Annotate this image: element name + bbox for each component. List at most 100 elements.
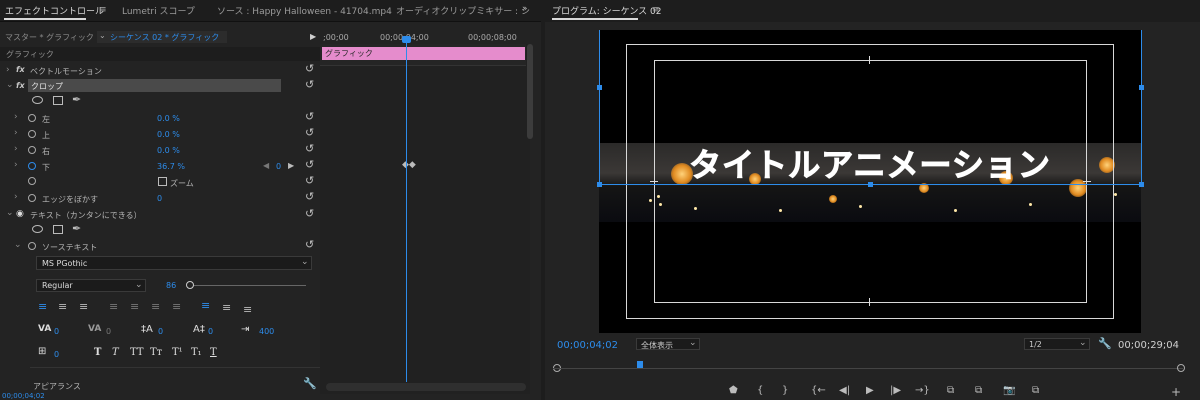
add-marker-icon[interactable]: ⬟ bbox=[729, 385, 738, 396]
play-icon[interactable]: ▶ bbox=[866, 385, 874, 396]
stopwatch-icon[interactable] bbox=[28, 114, 36, 122]
stopwatch-icon[interactable] bbox=[28, 177, 36, 185]
reset-icon[interactable]: ↺ bbox=[305, 62, 314, 75]
crop-right-value[interactable]: 0.0 % bbox=[157, 146, 180, 155]
subscript-button[interactable]: T₁ bbox=[191, 347, 202, 358]
reset-icon[interactable]: ↺ bbox=[305, 174, 314, 187]
chevron-right-icon[interactable]: › bbox=[6, 65, 10, 75]
keyframe-diamond-icon[interactable]: ◆◆ bbox=[402, 160, 416, 170]
playhead-handle[interactable] bbox=[402, 36, 411, 43]
chevron-down-icon[interactable]: ⌄ bbox=[6, 208, 14, 218]
wrench-icon[interactable]: 🔧 bbox=[1098, 337, 1112, 350]
keyframe-nav-value[interactable]: 0 bbox=[276, 162, 281, 171]
tab-width-value[interactable]: 0 bbox=[54, 350, 59, 359]
transform-handle[interactable] bbox=[597, 85, 602, 90]
ellipse-mask-icon[interactable] bbox=[32, 225, 43, 233]
chevron-right-icon[interactable]: › bbox=[14, 144, 18, 154]
reset-icon[interactable]: ↺ bbox=[305, 78, 314, 91]
pen-mask-icon[interactable]: ✒ bbox=[72, 222, 81, 235]
small-caps-button[interactable]: Tт bbox=[150, 347, 162, 358]
overflow-icon[interactable]: » bbox=[522, 4, 528, 14]
align-bottom-icon[interactable]: ≡ bbox=[243, 303, 252, 316]
rectangle-mask-icon[interactable] bbox=[53, 96, 63, 105]
insert-icon[interactable]: ⧉ bbox=[947, 385, 954, 396]
overwrite-icon[interactable]: ⧉ bbox=[975, 385, 982, 396]
align-middle-icon[interactable]: ≡ bbox=[222, 301, 231, 314]
transform-handle[interactable] bbox=[1139, 182, 1144, 187]
justify-center-icon[interactable]: ≡ bbox=[130, 300, 139, 313]
all-caps-button[interactable]: TT bbox=[130, 347, 144, 358]
bottom-timecode[interactable]: 00;00;04;02 bbox=[2, 392, 45, 400]
go-to-in-icon[interactable]: {← bbox=[811, 385, 826, 396]
step-forward-icon[interactable]: |▶ bbox=[890, 385, 901, 396]
superscript-button[interactable]: T¹ bbox=[172, 347, 183, 358]
tab-audio-clip-mixer[interactable]: オーディオクリップミキサー : シ bbox=[396, 4, 530, 17]
chevron-down-icon[interactable]: ⌄ bbox=[14, 240, 22, 250]
align-right-icon[interactable]: ≡ bbox=[79, 300, 88, 313]
reset-icon[interactable]: ↺ bbox=[305, 190, 314, 203]
font-size-slider-handle[interactable] bbox=[186, 281, 194, 289]
next-keyframe-icon[interactable]: ▶ bbox=[288, 161, 294, 170]
hamburger-icon[interactable]: ≡ bbox=[652, 5, 660, 15]
ellipse-mask-icon[interactable] bbox=[32, 96, 43, 104]
tsume-value[interactable]: 400 bbox=[259, 327, 274, 336]
title-animation-text[interactable]: タイトルアニメーション bbox=[600, 140, 1140, 186]
step-back-icon[interactable]: ◀| bbox=[839, 385, 850, 396]
pen-mask-icon[interactable]: ✒ bbox=[72, 93, 81, 106]
tab-lumetri-scopes[interactable]: Lumetri スコープ bbox=[122, 4, 195, 17]
master-clip-label[interactable]: マスター * グラフィック bbox=[5, 32, 94, 43]
chevron-right-icon[interactable]: › bbox=[14, 112, 18, 122]
playhead-line[interactable] bbox=[406, 36, 407, 382]
button-editor-plus-icon[interactable]: + bbox=[1171, 385, 1181, 399]
current-timecode[interactable]: 00;00;04;02 bbox=[557, 340, 618, 351]
chevron-right-icon[interactable]: › bbox=[14, 192, 18, 202]
transform-handle[interactable] bbox=[1139, 85, 1144, 90]
reset-icon[interactable]: ↺ bbox=[305, 238, 314, 251]
reset-icon[interactable]: ↺ bbox=[305, 110, 314, 123]
chevron-right-icon[interactable]: › bbox=[14, 128, 18, 138]
stopwatch-icon[interactable] bbox=[28, 194, 36, 202]
previous-keyframe-icon[interactable]: ◀ bbox=[263, 161, 269, 170]
tracking-value[interactable]: 0 bbox=[106, 327, 111, 336]
stopwatch-icon-active[interactable] bbox=[28, 162, 36, 170]
transform-handle[interactable] bbox=[597, 182, 602, 187]
justify-right-icon[interactable]: ≡ bbox=[151, 300, 160, 313]
reset-icon[interactable]: ↺ bbox=[305, 158, 314, 171]
reset-icon[interactable]: ↺ bbox=[305, 142, 314, 155]
horizontal-scrollbar[interactable] bbox=[326, 383, 526, 391]
play-only-clip-icon[interactable]: ▶ bbox=[310, 32, 316, 41]
zoom-checkbox[interactable] bbox=[158, 177, 167, 186]
justify-all-icon[interactable]: ≡ bbox=[172, 300, 181, 313]
fx-icon[interactable]: fx bbox=[16, 65, 25, 74]
eye-icon[interactable]: ◉ bbox=[16, 209, 24, 219]
align-top-icon[interactable]: ≡ bbox=[201, 299, 210, 312]
align-center-icon[interactable]: ≡ bbox=[58, 300, 67, 313]
monitor-time-ruler[interactable] bbox=[553, 368, 1183, 369]
wrench-icon[interactable]: 🔧 bbox=[303, 377, 317, 390]
effect-timeline-area[interactable] bbox=[320, 44, 530, 394]
fx-icon[interactable]: fx bbox=[16, 81, 25, 90]
zoom-scroll-handle-right[interactable] bbox=[1177, 364, 1185, 372]
tab-source[interactable]: ソース : Happy Halloween - 41704.mp4 bbox=[217, 4, 392, 17]
comparison-view-icon[interactable]: ⧉ bbox=[1032, 385, 1039, 396]
crop-top-value[interactable]: 0.0 % bbox=[157, 130, 180, 139]
go-to-out-icon[interactable]: →} bbox=[915, 385, 930, 396]
font-size-slider-track[interactable] bbox=[190, 285, 306, 286]
stopwatch-icon[interactable] bbox=[28, 146, 36, 154]
underline-button[interactable]: T bbox=[210, 347, 217, 358]
reset-icon[interactable]: ↺ bbox=[305, 207, 314, 220]
vertical-scrollbar[interactable] bbox=[527, 44, 533, 139]
crop-effect-row[interactable] bbox=[28, 79, 281, 92]
chevron-right-icon[interactable]: › bbox=[14, 160, 18, 170]
stopwatch-icon[interactable] bbox=[28, 130, 36, 138]
tab-program[interactable]: プログラム: シーケンス 02 bbox=[552, 4, 662, 17]
chevron-down-icon[interactable]: ⌄ bbox=[6, 80, 14, 90]
font-size-value[interactable]: 86 bbox=[166, 281, 176, 290]
rectangle-mask-icon[interactable] bbox=[53, 225, 63, 234]
crop-left-value[interactable]: 0.0 % bbox=[157, 114, 180, 123]
justify-left-icon[interactable]: ≡ bbox=[109, 300, 118, 313]
mark-in-icon[interactable]: { bbox=[757, 385, 763, 396]
faux-bold-button[interactable]: T bbox=[94, 347, 101, 358]
transform-handle[interactable] bbox=[868, 182, 873, 187]
feather-value[interactable]: 0 bbox=[157, 194, 162, 203]
